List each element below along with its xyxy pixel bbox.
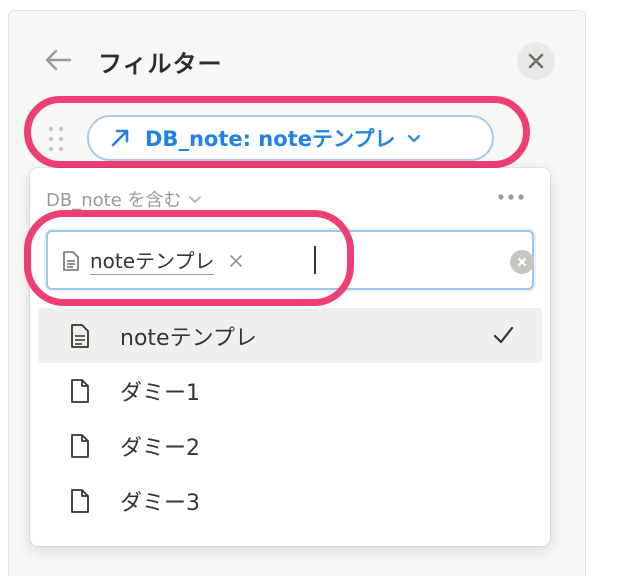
option-item[interactable]: ダミー1: [38, 363, 542, 418]
panel-title: フィルター: [98, 50, 223, 78]
clear-icon: [518, 258, 526, 266]
close-button[interactable]: [517, 42, 555, 80]
more-horizontal-icon[interactable]: [496, 192, 526, 202]
relation-search-input[interactable]: noteテンプレ: [46, 230, 534, 290]
drag-handle-icon[interactable]: [46, 125, 66, 153]
document-icon: [63, 251, 79, 271]
text-caret: [314, 246, 316, 274]
filter-dropdown: DB_note を含む noteテンプレ noteテンプレ ダミー1 ダミー2 …: [30, 168, 550, 546]
option-label: ダミー2: [120, 435, 200, 461]
document-lines-icon: [71, 323, 89, 348]
relation-arrow-icon: [111, 129, 129, 147]
checkmark-icon: [493, 326, 514, 344]
option-list: noteテンプレ ダミー1 ダミー2 ダミー3: [38, 308, 542, 528]
filter-pill[interactable]: DB_note: noteテンプレ: [87, 115, 494, 161]
page-icon: [71, 488, 89, 513]
page-icon: [71, 378, 89, 403]
remove-tag-icon[interactable]: [228, 253, 244, 269]
close-icon: [528, 53, 544, 69]
option-label: ダミー1: [120, 380, 200, 406]
condition-selector[interactable]: DB_note を含む: [46, 186, 203, 212]
option-label: noteテンプレ: [120, 325, 257, 351]
chevron-down-icon: [408, 134, 421, 143]
selected-tag: noteテンプレ: [62, 244, 244, 278]
page-icon: [71, 433, 89, 458]
option-item[interactable]: ダミー2: [38, 418, 542, 473]
condition-label: DB_note を含む: [46, 190, 182, 211]
chevron-down-icon: [189, 196, 202, 203]
option-item[interactable]: ダミー3: [38, 473, 542, 528]
option-item[interactable]: noteテンプレ: [38, 308, 542, 363]
clear-input-button[interactable]: [510, 250, 534, 274]
selected-tag-label: noteテンプレ: [90, 248, 215, 275]
arrow-left-icon[interactable]: [44, 48, 72, 72]
filter-pill-label: DB_note: noteテンプレ: [145, 127, 396, 151]
option-label: ダミー3: [120, 490, 200, 516]
